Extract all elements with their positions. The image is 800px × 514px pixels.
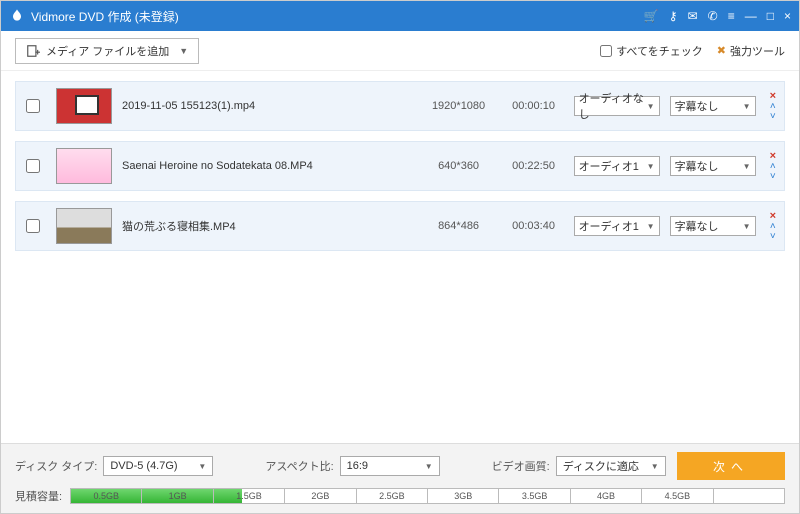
- app-logo-icon: [9, 8, 25, 24]
- next-button[interactable]: 次へ: [677, 452, 785, 480]
- key-icon[interactable]: ⚷: [669, 9, 678, 23]
- subtitle-select[interactable]: 字幕なし▼: [670, 96, 756, 116]
- row-actions: ×˄˅: [770, 92, 776, 121]
- check-all-checkbox[interactable]: [600, 45, 612, 57]
- chevron-down-icon: ▼: [198, 462, 206, 471]
- chevron-down-icon: ▼: [647, 222, 655, 231]
- thumbnail[interactable]: [56, 88, 112, 124]
- check-all-label: すべてをチェック: [616, 43, 703, 59]
- mail-icon[interactable]: ✉: [688, 9, 698, 23]
- chevron-down-icon: ▼: [743, 222, 751, 231]
- gauge-tick: 2GB: [285, 489, 356, 503]
- resolution: 1920*1080: [424, 100, 494, 112]
- check-all[interactable]: すべてをチェック: [600, 43, 703, 59]
- duration: 00:03:40: [504, 220, 564, 232]
- move-up-icon[interactable]: ˄: [770, 102, 776, 111]
- gauge-tick: 0.5GB: [71, 489, 142, 503]
- row-actions: ×˄˅: [770, 152, 776, 181]
- bottom-panel: ディスク タイプ: DVD-5 (4.7G)▼ アスペクト比: 16:9▼ ビデ…: [1, 443, 799, 513]
- duration: 00:00:10: [504, 100, 564, 112]
- add-media-button[interactable]: メディア ファイルを追加 ▼: [15, 38, 199, 64]
- maximize-icon[interactable]: □: [767, 9, 774, 23]
- delete-icon[interactable]: ×: [770, 92, 776, 101]
- phone-icon[interactable]: ✆: [708, 9, 718, 23]
- capacity-ticks: 0.5GB1GB1.5GB2GB2.5GB3GB3.5GB4GB4.5GB: [71, 489, 784, 503]
- video-quality-select[interactable]: ディスクに適応▼: [556, 456, 666, 476]
- powerful-tools-link[interactable]: ✖ 強力ツール: [717, 43, 785, 59]
- disc-type-label: ディスク タイプ:: [15, 458, 97, 474]
- file-row: Saenai Heroine no Sodatekata 08.MP4 640*3…: [15, 141, 785, 191]
- gauge-tick: 4.5GB: [642, 489, 713, 503]
- row-checkbox[interactable]: [26, 159, 40, 173]
- gauge-tick: 2.5GB: [357, 489, 428, 503]
- row-checkbox[interactable]: [26, 99, 40, 113]
- move-down-icon[interactable]: ˅: [770, 232, 776, 241]
- audio-select[interactable]: オーディオ1▼: [574, 216, 660, 236]
- capacity-gauge: 0.5GB1GB1.5GB2GB2.5GB3GB3.5GB4GB4.5GB: [70, 488, 785, 504]
- gauge-tick: 3GB: [428, 489, 499, 503]
- gauge-tick: [714, 489, 784, 503]
- gauge-tick: 1GB: [142, 489, 213, 503]
- move-down-icon[interactable]: ˅: [770, 112, 776, 121]
- file-name: 2019-11-05 155123(1).mp4: [122, 100, 414, 112]
- video-quality-label: ビデオ画質:: [492, 458, 550, 474]
- chevron-down-icon: ▼: [743, 102, 751, 111]
- subtitle-select[interactable]: 字幕なし▼: [670, 216, 756, 236]
- file-list: 2019-11-05 155123(1).mp4 1920*1080 00:00:1…: [1, 71, 799, 251]
- move-down-icon[interactable]: ˅: [770, 172, 776, 181]
- chevron-down-icon: ▼: [179, 46, 188, 56]
- bottom-row-settings: ディスク タイプ: DVD-5 (4.7G)▼ アスペクト比: 16:9▼ ビデ…: [15, 452, 785, 480]
- resolution: 640*360: [424, 160, 494, 172]
- file-row: 猫の荒ぶる寝相集.MP4 864*486 00:03:40 オーディオ1▼ 字幕なし▼ ×…: [15, 201, 785, 251]
- capacity-label: 見積容量:: [15, 488, 62, 504]
- add-media-label: メディア ファイルを追加: [46, 43, 169, 59]
- duration: 00:22:50: [504, 160, 564, 172]
- titlebar: Vidmore DVD 作成 (未登録) 🛒 ⚷ ✉ ✆ ≡ — □ ×: [1, 1, 799, 31]
- resolution: 864*486: [424, 220, 494, 232]
- thumbnail[interactable]: [56, 208, 112, 244]
- subtitle-select[interactable]: 字幕なし▼: [670, 156, 756, 176]
- delete-icon[interactable]: ×: [770, 212, 776, 221]
- gauge-tick: 1.5GB: [214, 489, 285, 503]
- chevron-down-icon: ▼: [651, 462, 659, 471]
- disc-type-select[interactable]: DVD-5 (4.7G)▼: [103, 456, 213, 476]
- file-row: 2019-11-05 155123(1).mp4 1920*1080 00:00:1…: [15, 81, 785, 131]
- move-up-icon[interactable]: ˄: [770, 222, 776, 231]
- thumbnail[interactable]: [56, 148, 112, 184]
- bottom-row-capacity: 見積容量: 0.5GB1GB1.5GB2GB2.5GB3GB3.5GB4GB4.…: [15, 488, 785, 504]
- file-name: Saenai Heroine no Sodatekata 08.MP4: [122, 160, 414, 172]
- file-name: 猫の荒ぶる寝相集.MP4: [122, 218, 414, 234]
- window-title: Vidmore DVD 作成 (未登録): [31, 8, 644, 25]
- close-icon[interactable]: ×: [784, 9, 791, 23]
- chevron-down-icon: ▼: [647, 102, 655, 111]
- aspect-ratio-label: アスペクト比:: [265, 458, 333, 474]
- aspect-ratio-select[interactable]: 16:9▼: [340, 456, 440, 476]
- chevron-down-icon: ▼: [425, 462, 433, 471]
- minimize-icon[interactable]: —: [745, 9, 757, 23]
- cart-icon[interactable]: 🛒: [644, 9, 659, 23]
- gauge-tick: 4GB: [571, 489, 642, 503]
- tools-icon: ✖: [717, 44, 726, 57]
- menu-icon[interactable]: ≡: [728, 9, 735, 23]
- row-actions: ×˄˅: [770, 212, 776, 241]
- titlebar-actions: 🛒 ⚷ ✉ ✆ ≡ — □ ×: [644, 9, 791, 23]
- audio-select[interactable]: オーディオなし▼: [574, 96, 660, 116]
- chevron-down-icon: ▼: [647, 162, 655, 171]
- add-file-icon: [26, 44, 40, 58]
- chevron-down-icon: ▼: [743, 162, 751, 171]
- row-checkbox[interactable]: [26, 219, 40, 233]
- delete-icon[interactable]: ×: [770, 152, 776, 161]
- gauge-tick: 3.5GB: [499, 489, 570, 503]
- tools-label: 強力ツール: [730, 43, 785, 59]
- move-up-icon[interactable]: ˄: [770, 162, 776, 171]
- audio-select[interactable]: オーディオ1▼: [574, 156, 660, 176]
- toolbar: メディア ファイルを追加 ▼ すべてをチェック ✖ 強力ツール: [1, 31, 799, 71]
